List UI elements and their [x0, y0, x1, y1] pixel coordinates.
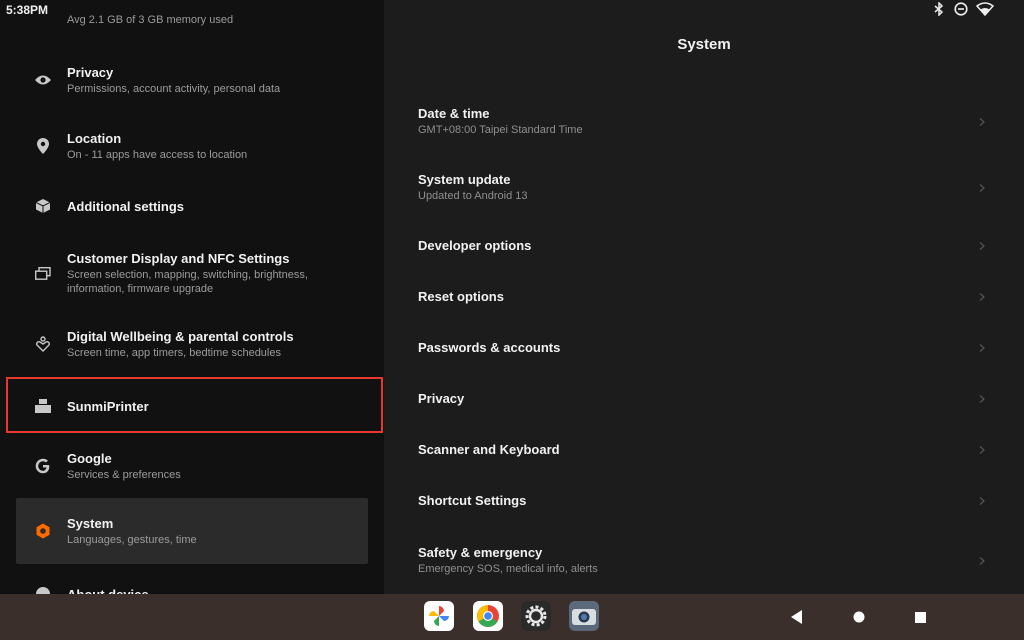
- chevron-right-icon: [979, 184, 985, 192]
- item-title: Additional settings: [67, 198, 184, 214]
- chrome-icon[interactable]: [473, 601, 503, 631]
- system-item-system-update[interactable]: System update Updated to Android 13: [418, 171, 1004, 205]
- recents-icon[interactable]: [909, 606, 931, 628]
- item-title: System update: [418, 172, 511, 187]
- system-item-developer-options[interactable]: Developer options: [418, 237, 1004, 255]
- page-title: System: [677, 36, 731, 53]
- item-title: Reset options: [418, 289, 504, 304]
- item-subtitle: Updated to Android 13: [418, 190, 528, 202]
- highlight-annotation: [6, 377, 383, 433]
- settings-item-system[interactable]: System Languages, gestures, time: [16, 498, 368, 564]
- settings-item-about-device[interactable]: About device: [16, 582, 368, 594]
- info-icon: [34, 585, 52, 594]
- chevron-right-icon: [979, 395, 985, 403]
- item-title: Privacy: [418, 391, 465, 406]
- system-item-passwords-accounts[interactable]: Passwords & accounts: [418, 339, 1004, 357]
- chevron-right-icon: [979, 446, 985, 454]
- chevron-right-icon: [979, 497, 985, 505]
- item-subtitle: Screen time, app timers, bedtime schedul…: [67, 347, 281, 359]
- system-item-scanner-keyboard[interactable]: Scanner and Keyboard: [418, 441, 1004, 459]
- settings-gear-icon[interactable]: [521, 601, 551, 631]
- item-title: Safety & emergency: [418, 545, 543, 560]
- settings-item-digital-wellbeing[interactable]: Digital Wellbeing & parental controls Sc…: [16, 328, 368, 360]
- system-item-shortcut-settings[interactable]: Shortcut Settings: [418, 492, 1004, 510]
- item-subtitle: Languages, gestures, time: [67, 534, 197, 546]
- status-icons: [932, 1, 995, 17]
- system-item-date-time[interactable]: Date & time GMT+08:00 Taipei Standard Ti…: [418, 105, 1004, 139]
- chevron-right-icon: [979, 118, 985, 126]
- taskbar: [0, 594, 1024, 640]
- system-item-reset-options[interactable]: Reset options: [418, 288, 1004, 306]
- item-title: Date & time: [418, 106, 490, 121]
- system-hex-icon: [34, 522, 52, 540]
- chevron-right-icon: [979, 242, 985, 250]
- wellbeing-icon: [34, 335, 52, 353]
- chevron-right-icon: [979, 557, 985, 565]
- item-subtitle: GMT+08:00 Taipei Standard Time: [418, 124, 583, 136]
- home-icon[interactable]: [848, 606, 870, 628]
- displays-icon: [34, 264, 52, 282]
- back-icon[interactable]: [786, 606, 808, 628]
- item-title: Passwords & accounts: [418, 340, 561, 355]
- status-time: 5:38PM: [6, 3, 49, 17]
- item-title: Shortcut Settings: [418, 493, 527, 508]
- bluetooth-icon: [932, 1, 946, 17]
- item-title: Scanner and Keyboard: [418, 442, 560, 457]
- item-subtitle: Services & preferences: [67, 469, 181, 481]
- settings-item-privacy[interactable]: Privacy Permissions, account activity, p…: [16, 58, 368, 102]
- item-title: Customer Display and NFC Settings: [67, 251, 290, 266]
- wifi-icon: [975, 2, 995, 17]
- item-title: System: [67, 516, 114, 531]
- google-icon: [34, 457, 52, 475]
- item-subtitle: Screen selection, mapping, switching, br…: [67, 269, 308, 295]
- item-title: Privacy: [67, 65, 114, 80]
- system-item-privacy[interactable]: Privacy: [418, 390, 1004, 408]
- settings-list-panel: 5:38PM Avg 2.1 GB of 3 GB memory used Pr…: [0, 0, 384, 594]
- item-title: About device: [67, 586, 149, 595]
- cube-icon: [34, 197, 52, 215]
- settings-item-location[interactable]: Location On - 11 apps have access to loc…: [16, 124, 368, 168]
- settings-item-customer-display[interactable]: Customer Display and NFC Settings Screen…: [16, 250, 368, 296]
- eye-icon: [34, 71, 52, 89]
- item-title: Digital Wellbeing & parental controls: [67, 329, 294, 344]
- chevron-right-icon: [979, 293, 985, 301]
- photos-icon[interactable]: [424, 601, 454, 631]
- system-item-safety-emergency[interactable]: Safety & emergency Emergency SOS, medica…: [418, 544, 1004, 578]
- settings-item-google[interactable]: Google Services & preferences: [16, 450, 368, 482]
- item-title: Developer options: [418, 238, 532, 253]
- chevron-right-icon: [979, 344, 985, 352]
- camera-icon[interactable]: [569, 601, 599, 631]
- item-subtitle: On - 11 apps have access to location: [67, 149, 248, 161]
- settings-item-additional[interactable]: Additional settings: [16, 194, 368, 218]
- location-pin-icon: [34, 137, 52, 155]
- memory-summary: Avg 2.1 GB of 3 GB memory used: [67, 14, 234, 26]
- item-title: Location: [67, 131, 122, 146]
- item-title: Google: [67, 451, 112, 466]
- item-subtitle: Permissions, account activity, personal …: [67, 83, 281, 95]
- item-subtitle: Emergency SOS, medical info, alerts: [418, 563, 598, 575]
- system-settings-panel: System Date & time GMT+08:00 Taipei Stan…: [384, 0, 1024, 594]
- do-not-disturb-icon: [954, 2, 968, 16]
